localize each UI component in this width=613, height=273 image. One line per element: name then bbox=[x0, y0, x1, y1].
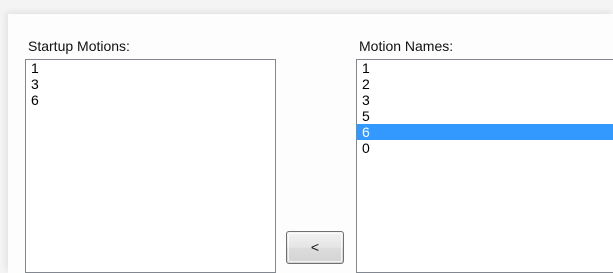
motion-name-item-selected[interactable]: 6 bbox=[357, 124, 613, 140]
move-to-startup-button[interactable]: < bbox=[286, 231, 344, 264]
motion-name-item[interactable]: 1 bbox=[357, 60, 613, 76]
motion-name-item[interactable]: 2 bbox=[357, 76, 613, 92]
motion-names-listbox[interactable]: 1 2 3 5 6 0 bbox=[356, 59, 613, 273]
motion-name-item[interactable]: 3 bbox=[357, 92, 613, 108]
startup-motions-listbox[interactable]: 1 3 6 bbox=[25, 59, 276, 273]
startup-motion-item[interactable]: 1 bbox=[26, 60, 275, 76]
startup-motions-label: Startup Motions: bbox=[28, 38, 130, 54]
motion-name-item[interactable]: 5 bbox=[357, 108, 613, 124]
motion-names-label: Motion Names: bbox=[359, 38, 454, 54]
motion-name-item[interactable]: 0 bbox=[357, 140, 613, 156]
startup-motion-item[interactable]: 6 bbox=[26, 92, 275, 108]
startup-motion-item[interactable]: 3 bbox=[26, 76, 275, 92]
